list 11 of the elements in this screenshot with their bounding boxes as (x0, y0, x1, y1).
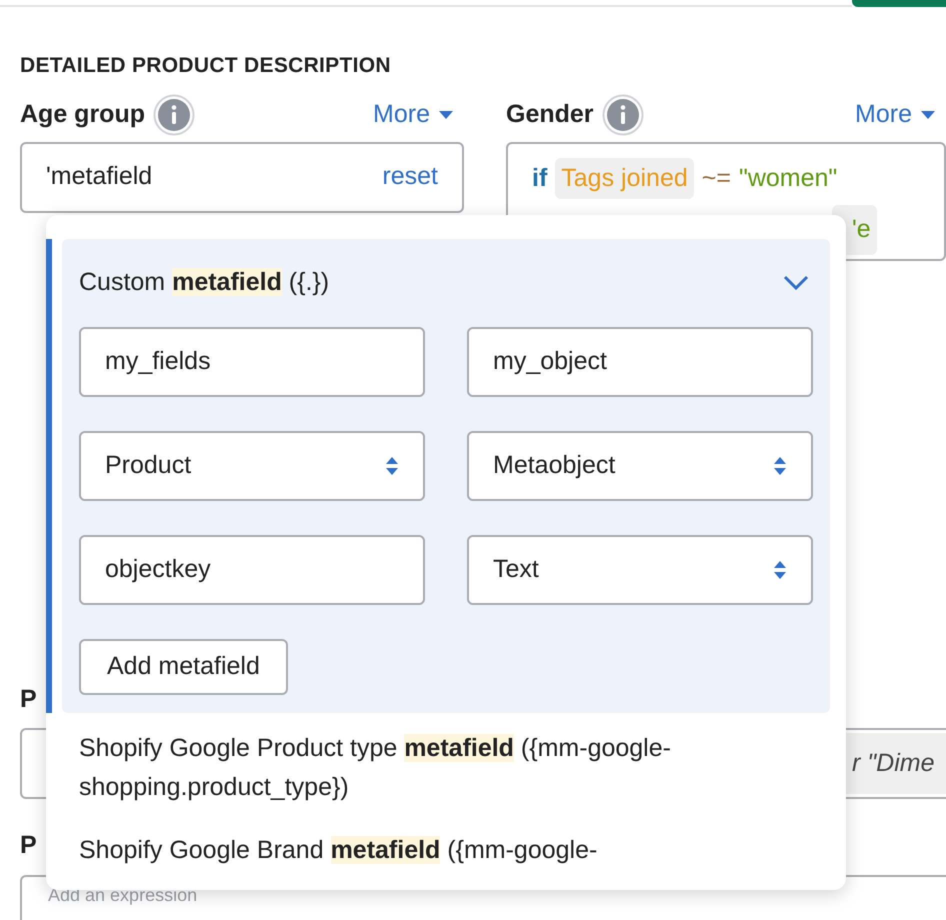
expression-token: "women" (738, 162, 838, 194)
field-label: Age group (20, 98, 145, 130)
expression-token: Tags joined (555, 158, 694, 199)
field-label: P (20, 830, 37, 861)
expression-token: if (532, 162, 548, 194)
field-value: 'metafield (46, 161, 152, 192)
expression-token: r "Dime (844, 732, 946, 794)
section-heading: DETAILED PRODUCT DESCRIPTION (20, 53, 392, 79)
field-label: P (20, 684, 37, 714)
expression-token: ~= (702, 162, 731, 194)
field-label: Gender (506, 98, 594, 130)
